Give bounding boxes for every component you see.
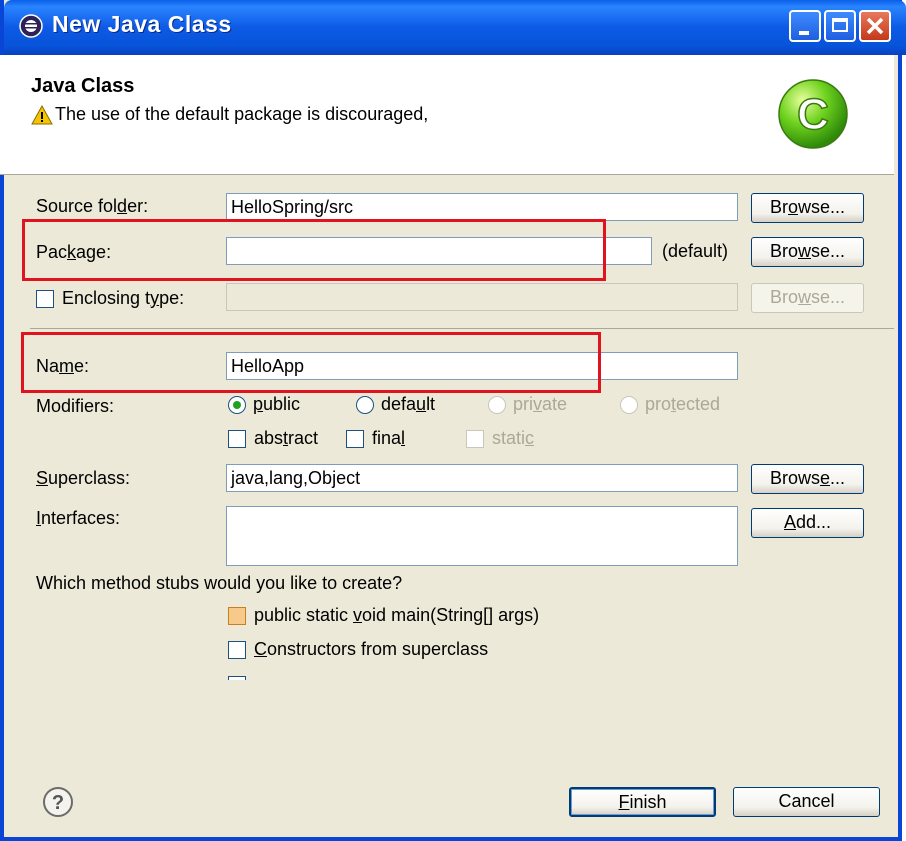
- package-default-label: (default): [662, 241, 729, 261]
- package-browse-button[interactable]: Browse...: [751, 237, 864, 267]
- stubs-question: Which method stubs would you like to cre…: [36, 573, 403, 593]
- package-highlight-box: [22, 219, 606, 281]
- add-interface-button[interactable]: Add...: [751, 508, 864, 538]
- separator: [30, 328, 894, 329]
- window-title: New Java Class: [52, 11, 232, 37]
- warning-text: The use of the default package is discou…: [55, 104, 429, 124]
- enclosing-type-field: [226, 283, 738, 311]
- interfaces-list[interactable]: [226, 506, 738, 566]
- warning-message: The use of the default package is discou…: [31, 104, 428, 125]
- modifier-abstract-checkbox[interactable]: [228, 430, 246, 448]
- modifier-protected-radio: [620, 396, 638, 414]
- modifier-default-radio[interactable]: [356, 396, 374, 414]
- modifier-public-radio[interactable]: [228, 396, 246, 414]
- modifier-static-checkbox: [466, 430, 484, 448]
- stub-constructors-checkbox[interactable]: [228, 641, 246, 659]
- modifier-private-label: private: [513, 394, 568, 414]
- page-title: Java Class: [31, 75, 135, 97]
- finish-button[interactable]: Finish: [569, 787, 716, 817]
- modifier-final-checkbox[interactable]: [346, 430, 364, 448]
- name-highlight-box: [21, 332, 601, 393]
- modifier-private-radio: [488, 396, 506, 414]
- enclosing-type-label: Enclosing type:: [62, 288, 185, 308]
- minimize-icon[interactable]: [789, 10, 821, 42]
- enclosing-type-browse-button: Browse...: [751, 283, 864, 313]
- warning-icon: [31, 104, 53, 124]
- modifier-protected-label: protected: [645, 394, 721, 414]
- superclass-browse-button[interactable]: Browse...: [751, 464, 864, 494]
- title-bar[interactable]: New Java Class: [4, 0, 906, 55]
- svg-text:C: C: [797, 90, 829, 139]
- svg-text:?: ?: [52, 792, 64, 814]
- modifier-static-label: static: [492, 428, 535, 448]
- modifier-default-label: default: [381, 394, 436, 414]
- source-folder-field[interactable]: HelloSpring/src: [226, 193, 738, 221]
- modifier-final-label: final: [372, 428, 406, 448]
- close-icon[interactable]: [859, 10, 891, 42]
- superclass-field[interactable]: java,lang,Object: [226, 464, 738, 492]
- cancel-button[interactable]: Cancel: [733, 787, 880, 817]
- modifier-abstract-label: abstract: [254, 428, 319, 448]
- modifiers-label: Modifiers:: [36, 396, 115, 416]
- modifier-public-label: public: [253, 394, 301, 414]
- stub-clipped-option: [228, 676, 528, 680]
- stub-main-label: public static void main(String[] args): [254, 605, 540, 625]
- enclosing-type-checkbox[interactable]: [36, 290, 54, 308]
- superclass-label: Superclass:: [36, 468, 131, 488]
- java-class-logo-icon: C: [778, 79, 848, 149]
- maximize-icon[interactable]: [824, 10, 856, 42]
- source-folder-browse-button[interactable]: Browse...: [751, 193, 864, 223]
- interfaces-label: Interfaces:: [36, 508, 121, 528]
- eclipse-icon: [19, 14, 43, 38]
- source-folder-label: Source folder:: [36, 196, 149, 216]
- help-icon[interactable]: ?: [42, 786, 74, 818]
- stub-constructors-label: Constructors from superclass: [254, 639, 489, 659]
- stub-main-checkbox[interactable]: [228, 607, 246, 625]
- stub-clipped-checkbox: [228, 676, 246, 680]
